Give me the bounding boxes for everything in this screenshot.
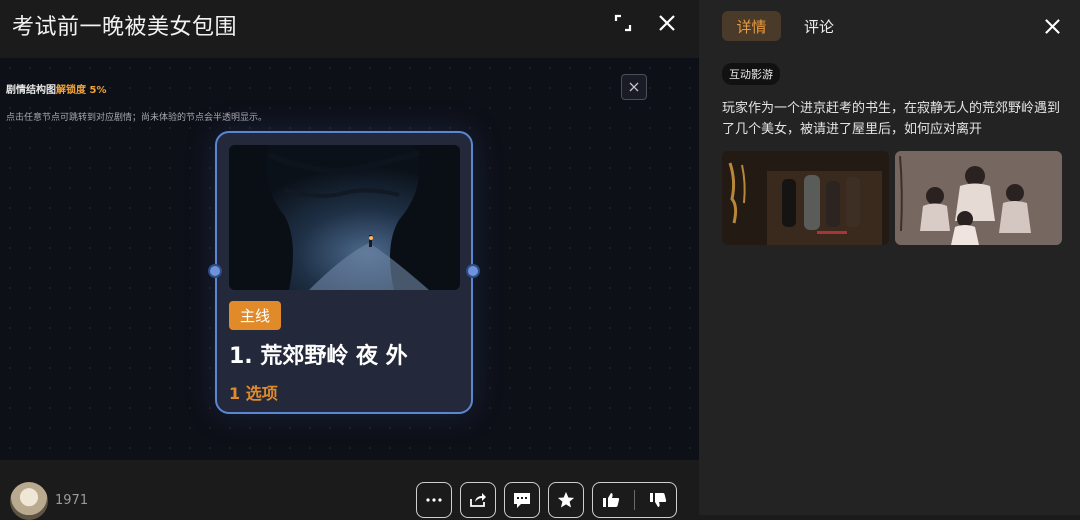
- player-footer: 1971: [0, 460, 699, 520]
- close-icon: [629, 82, 639, 92]
- mainline-tag: 主线: [229, 301, 282, 330]
- close-icon: [659, 15, 675, 31]
- screenshot-thumbnail[interactable]: [722, 151, 889, 245]
- close-sidebar-button[interactable]: [1040, 14, 1064, 38]
- story-map-close-button[interactable]: [621, 74, 647, 100]
- story-node[interactable]: 主线 1. 荒郊野岭 夜 外 1 选项: [208, 131, 480, 414]
- divider: [634, 490, 635, 510]
- story-map-title-text: 剧情结构图: [6, 85, 56, 96]
- more-button[interactable]: [416, 482, 452, 518]
- node-title: 1. 荒郊野岭 夜 外: [229, 344, 408, 369]
- fullscreen-button[interactable]: [611, 11, 635, 35]
- more-icon: [426, 498, 442, 502]
- node-left-connector[interactable]: [208, 264, 222, 278]
- close-player-button[interactable]: [654, 10, 680, 36]
- share-button[interactable]: [460, 482, 496, 518]
- share-icon: [470, 493, 486, 507]
- thumbs-down-icon[interactable]: [649, 492, 667, 508]
- comment-button[interactable]: [504, 482, 540, 518]
- avatar[interactable]: [10, 482, 48, 520]
- like-dislike-group[interactable]: [592, 482, 677, 518]
- description: 玩家作为一个进京赶考的书生，在寂静无人的荒郊野岭遇到了几个美女，被请进了屋里后，…: [722, 101, 1061, 137]
- player-panel: 考试前一晚被美女包围 剧情结构图解锁度 5% 点击任意节点可跳转到对应剧情；尚未…: [0, 0, 699, 520]
- tab-details[interactable]: 详情: [722, 11, 781, 41]
- player-count: 1971: [55, 493, 89, 508]
- story-map-canvas[interactable]: 剧情结构图解锁度 5% 点击任意节点可跳转到对应剧情；尚未体验的节点会半透明显示…: [0, 58, 699, 460]
- favorite-button[interactable]: [548, 482, 584, 518]
- unlock-label: 解锁度: [56, 85, 86, 96]
- unlock-percent: 5%: [89, 85, 107, 96]
- story-node-image: [229, 145, 460, 290]
- story-map-hint: 点击任意节点可跳转到对应剧情；尚未体验的节点会半透明显示。: [6, 113, 268, 123]
- screenshot-thumbnail[interactable]: [895, 151, 1062, 245]
- comment-icon: [514, 492, 530, 508]
- story-map-title: 剧情结构图解锁度 5%: [6, 81, 106, 96]
- details-sidebar: 详情 评论 互动影游 玩家作为一个进京赶考的书生，在寂静无人的荒郊野岭遇到了几个…: [699, 0, 1080, 515]
- thumbs-up-icon[interactable]: [602, 492, 620, 508]
- fullscreen-icon: [614, 14, 632, 32]
- page-title: 考试前一晚被美女包围: [12, 15, 238, 40]
- close-icon: [1044, 18, 1060, 34]
- star-icon: [557, 491, 575, 508]
- tab-comments[interactable]: 评论: [799, 11, 839, 41]
- node-option-count: 1 选项: [229, 384, 278, 403]
- player-header: 考试前一晚被美女包围: [0, 0, 699, 58]
- genre-badge: 互动影游: [722, 63, 780, 85]
- node-right-connector[interactable]: [466, 264, 480, 278]
